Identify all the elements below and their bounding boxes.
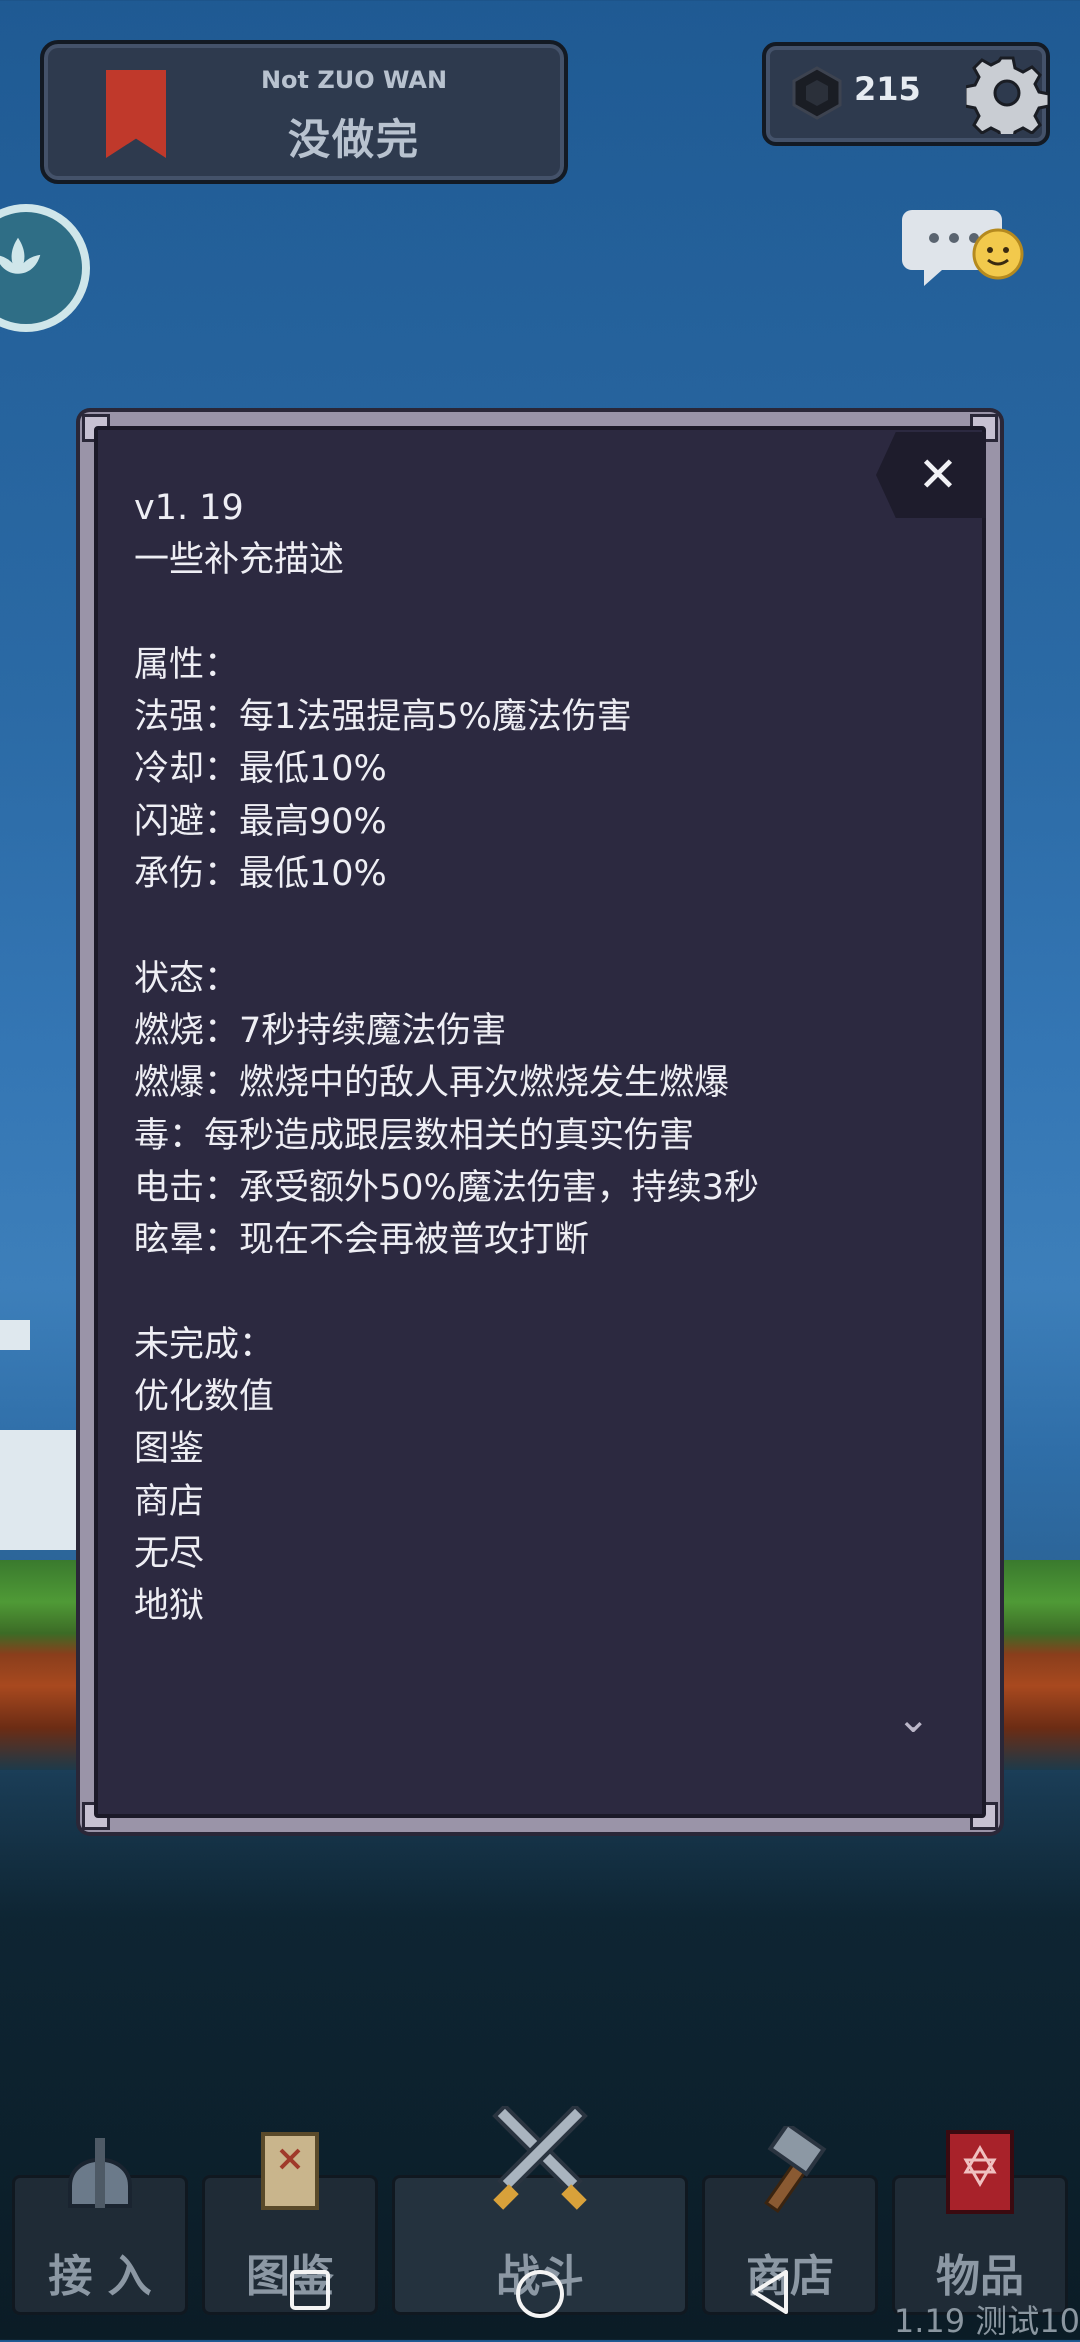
home-icon[interactable] [514, 2268, 566, 2320]
changelog-line: 电击：承受额外50%魔法伤害，持续3秒 [134, 1167, 760, 1208]
hammer-icon [764, 2126, 827, 2214]
changelog-line: 属性： [134, 644, 240, 685]
recent-apps-icon[interactable] [288, 2268, 332, 2312]
changelog-line: 地狱 [134, 1586, 205, 1627]
changelog-line: 商店 [134, 1481, 205, 1522]
changelog-line: 状态： [134, 958, 240, 999]
changelog-line: 毒：每秒造成跟层数相关的真实伤害 [134, 1115, 695, 1156]
game-title-english: Not ZUO WAN [260, 66, 448, 94]
crossed-swords-icon [492, 2106, 588, 2210]
changelog-line: 闪避：最高90% [134, 801, 387, 842]
lotus-icon[interactable] [0, 204, 90, 332]
chat-emoji-icon[interactable] [902, 200, 1032, 300]
helmet-icon [68, 2138, 132, 2208]
gear-icon[interactable] [966, 52, 1048, 134]
changelog-line: 图鉴 [134, 1429, 205, 1470]
changelog-line [134, 587, 894, 639]
dialog-content-area[interactable]: v1. 19 一些补充描述 属性： 法强：每1法强提高5%魔法伤害 冷却：最低10% 闪避… [94, 426, 986, 1818]
currency-panel: 215 [762, 42, 1050, 146]
bookmark-icon [106, 70, 166, 158]
changelog-line: 一些补充描述 [134, 540, 345, 581]
changelog-line: 眩晕：现在不会再被普攻打断 [134, 1220, 590, 1261]
changelog-line: 未完成： [134, 1324, 275, 1365]
version-label: 1.19 测试10 [893, 2302, 1080, 2340]
chevron-down-icon[interactable]: ⌄ [896, 1696, 930, 1742]
changelog-line: 冷却：最低10% [134, 749, 387, 790]
changelog-line [134, 1266, 894, 1318]
changelog-line: 无尽 [134, 1533, 205, 1574]
game-title-chinese: 没做完 [287, 115, 420, 164]
changelog-line: 法强：每1法强提高5%魔法伤害 [134, 697, 632, 738]
scroll-icon [261, 2132, 319, 2210]
cloud-decoration [0, 1320, 30, 1350]
changelog-line: 承伤：最低10% [134, 854, 387, 895]
changelog-line: 燃烧：7秒持续魔法伤害 [134, 1010, 507, 1051]
close-button[interactable]: ✕ [876, 432, 986, 518]
changelog-line: v1. 19 [134, 488, 244, 528]
spellbook-icon [946, 2130, 1014, 2214]
gem-count: 215 [854, 70, 921, 108]
changelog-line [134, 900, 894, 952]
changelog-line: 燃爆：燃烧中的敌人再次燃烧发生燃爆 [134, 1063, 730, 1104]
changelog-dialog: v1. 19 一些补充描述 属性： 法强：每1法强提高5%魔法伤害 冷却：最低10% 闪避… [80, 412, 1000, 1832]
back-icon[interactable] [748, 2268, 792, 2316]
changelog-text: v1. 19 一些补充描述 属性： 法强：每1法强提高5%魔法伤害 冷却：最低10% 闪避… [134, 482, 894, 1633]
title-panel: Not ZUO WAN 没做完 [40, 40, 568, 184]
cloud-decoration [0, 1430, 80, 1550]
gem-icon [792, 66, 842, 120]
changelog-line: 优化数值 [134, 1377, 275, 1418]
